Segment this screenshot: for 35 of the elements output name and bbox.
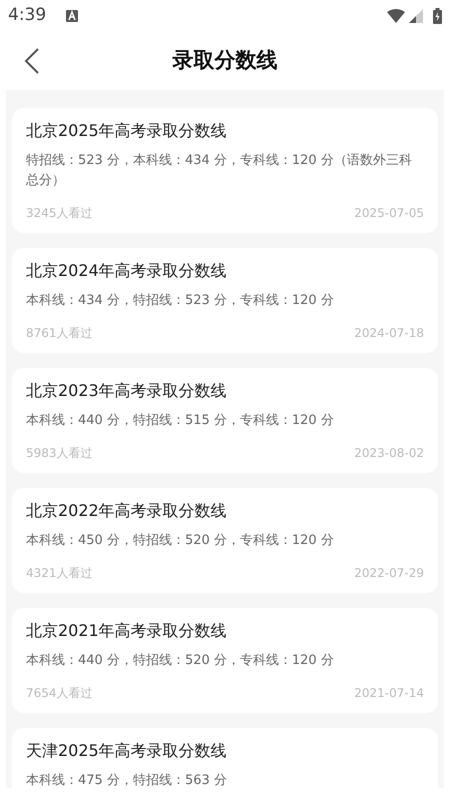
card-title: 北京2024年高考录取分数线 bbox=[26, 260, 228, 282]
view-count: 7654人看过 bbox=[26, 685, 93, 701]
card-title: 北京2023年高考录取分数线 bbox=[26, 380, 228, 402]
result-card[interactable]: 北京2022年高考录取分数线 本科线：450 分，特招线：520 分，专科线：120 分 4321人看过 2022-07-29 bbox=[12, 488, 438, 593]
card-title: 北京2021年高考录取分数线 bbox=[26, 620, 228, 642]
view-count: 8761人看过 bbox=[26, 325, 93, 341]
card-title: 北京2022年高考录取分数线 bbox=[26, 500, 228, 522]
score-summary: 本科线：450 分，特招线：520 分，专科线：120 分 bbox=[26, 532, 335, 550]
notification-icon bbox=[66, 10, 78, 22]
back-icon bbox=[24, 47, 40, 75]
result-card[interactable]: 北京2021年高考录取分数线 本科线：440 分，特招线：520 分，专科线：120 分 7654人看过 2021-07-14 bbox=[12, 608, 438, 713]
status-time: 4:39 bbox=[8, 4, 46, 28]
page-title: 录取分数线 bbox=[172, 47, 278, 74]
publish-date: 2024-07-18 bbox=[354, 325, 424, 341]
card-title: 天津2025年高考录取分数线 bbox=[26, 740, 228, 762]
view-count: 3245人看过 bbox=[26, 205, 93, 221]
signal-icon bbox=[409, 9, 423, 23]
wifi-icon bbox=[387, 9, 405, 23]
result-card[interactable]: 北京2023年高考录取分数线 本科线：440 分，特招线：515 分，专科线：120 分 5983人看过 2023-08-02 bbox=[12, 368, 438, 473]
publish-date: 2022-07-29 bbox=[354, 565, 424, 581]
battery-icon bbox=[433, 8, 442, 24]
result-card[interactable]: 北京2025年高考录取分数线 特招线：523 分，本科线：434 分，专科线：120 分（语数外三科总分） 3245人看过 2025-07-05 bbox=[12, 108, 438, 233]
score-summary: 本科线：440 分，特招线：515 分，专科线：120 分 bbox=[26, 412, 335, 430]
score-summary: 本科线：475 分，特招线：563 分 bbox=[26, 772, 228, 788]
publish-date: 2023-08-02 bbox=[354, 445, 424, 461]
score-summary: 本科线：434 分，特招线：523 分，专科线：120 分 bbox=[26, 292, 335, 310]
score-summary: 本科线：440 分，特招线：520 分，专科线：120 分 bbox=[26, 652, 335, 670]
score-summary: 特招线：523 分，本科线：434 分，专科线：120 分（语数外三科总分） bbox=[26, 152, 413, 190]
publish-date: 2025-07-05 bbox=[354, 205, 424, 221]
view-count: 4321人看过 bbox=[26, 565, 93, 581]
view-count: 5983人看过 bbox=[26, 445, 93, 461]
card-title: 北京2025年高考录取分数线 bbox=[26, 120, 228, 142]
result-card[interactable]: 天津2025年高考录取分数线 本科线：475 分，特招线：563 分 bbox=[12, 728, 438, 788]
publish-date: 2021-07-14 bbox=[354, 685, 424, 701]
result-card[interactable]: 北京2024年高考录取分数线 本科线：434 分，特招线：523 分，专科线：120 分 8761人看过 2024-07-18 bbox=[12, 248, 438, 353]
